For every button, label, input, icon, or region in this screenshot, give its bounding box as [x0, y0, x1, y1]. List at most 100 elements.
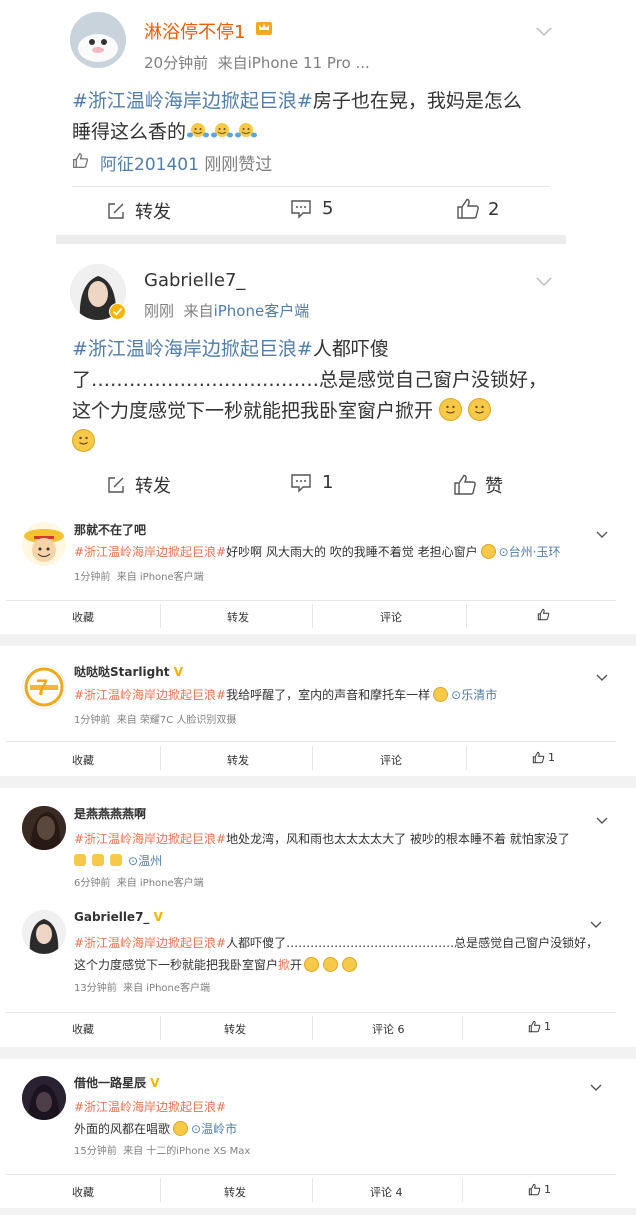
favorite-button[interactable]: 收藏 — [72, 1021, 94, 1037]
comment-count: 5 — [322, 198, 334, 219]
hashtag-link[interactable]: #浙江温岭海岸边掀起巨浪# — [72, 338, 313, 360]
post-meta: 15分钟前 来自 十二的iPhone XS Max — [74, 1146, 251, 1157]
post-meta: 20分钟前 来自iPhone 11 Pro ... — [144, 52, 370, 73]
sleepy-emoji-icon — [480, 544, 496, 559]
avatar[interactable] — [22, 1076, 66, 1120]
location-link[interactable]: ⊙台州·玉环 — [499, 545, 561, 559]
comment-icon — [290, 473, 312, 493]
hashtag-link[interactable]: #浙江温岭海岸边掀起巨浪# — [74, 832, 226, 846]
post-source-link[interactable]: iPhone客户端 — [214, 302, 310, 320]
praying-emoji-icon — [74, 854, 86, 866]
thumbs-up-icon — [537, 608, 550, 621]
smile-emoji-icon — [342, 957, 358, 972]
liker-link[interactable]: 阿征201401 — [100, 155, 199, 175]
location-pin-icon: ⊙ — [128, 854, 139, 868]
thumbs-up-icon — [532, 751, 545, 764]
comment-button[interactable]: 评论 — [380, 609, 402, 625]
like-button[interactable]: 1 — [532, 751, 555, 764]
repost-button[interactable]: 转发 — [227, 609, 249, 625]
username-label: Gabrielle7_ — [74, 910, 150, 924]
thumbs-up-icon — [528, 1020, 541, 1033]
repost-button[interactable]: 转发 — [224, 1184, 246, 1200]
post-separator — [0, 634, 636, 646]
chevron-down-icon[interactable] — [590, 1077, 602, 1096]
username[interactable]: 哒哒哒Starlight V — [74, 663, 183, 680]
post-text-line: 我给呼醒了，室内的声音和摩托车一样 — [226, 688, 431, 702]
post-meta: 1分钟前 来自 荣耀7C 人脸识别双摄 — [74, 715, 237, 726]
thumbs-up-icon — [72, 152, 89, 173]
favorite-button[interactable]: 收藏 — [72, 1184, 94, 1200]
location-link[interactable]: ⊙温岭市 — [191, 1122, 237, 1136]
post-text-line: 人都吓傻 — [312, 338, 389, 360]
thumbs-up-icon — [456, 198, 480, 220]
like-button[interactable] — [537, 608, 553, 621]
like-button[interactable]: 1 — [528, 1020, 551, 1033]
comment-button[interactable]: 1 — [290, 472, 333, 493]
repost-button[interactable]: 转发 — [227, 752, 249, 768]
grin-emoji-icon — [173, 1121, 189, 1136]
divider — [462, 1178, 463, 1202]
post-meta: 1分钟前 来自 iPhone客户端 — [74, 572, 204, 583]
post-text-line: 好吵啊 风大雨大的 吹的我睡不着觉 老担心窗户 — [226, 545, 478, 559]
divider — [160, 604, 161, 628]
post-source: 来自iPhone 11 Pro ... — [217, 54, 370, 72]
username[interactable]: 那就不在了吧 — [74, 521, 146, 538]
hashtag-link[interactable]: #浙江温岭海岸边掀起巨浪# — [74, 936, 226, 950]
comment-button[interactable]: 评论 4 — [370, 1184, 403, 1200]
like-label: 赞 — [485, 476, 503, 497]
vip-badge-icon: V — [150, 1076, 160, 1090]
divider — [312, 604, 313, 628]
divider — [6, 1174, 616, 1175]
comment-count: 1 — [322, 472, 334, 493]
praying-emoji-icon — [110, 854, 122, 866]
like-button[interactable]: 赞 — [453, 472, 503, 498]
chevron-down-icon[interactable] — [596, 524, 608, 543]
username-label: 借他一路星辰 — [74, 1076, 147, 1090]
comment-button[interactable]: 5 — [290, 198, 333, 219]
like-button[interactable]: 2 — [456, 198, 499, 220]
hashtag-link[interactable]: #浙江温岭海岸边掀起巨浪# — [74, 1100, 226, 1114]
username[interactable]: Gabrielle7_ V — [74, 910, 163, 924]
repost-button[interactable]: 转发 — [106, 198, 171, 224]
repost-button[interactable]: 转发 — [224, 1021, 246, 1037]
avatar[interactable] — [22, 806, 66, 850]
chevron-down-icon[interactable] — [596, 810, 608, 829]
comment-button[interactable]: 评论 — [380, 752, 402, 768]
hashtag-link[interactable]: #浙江温岭海岸边掀起巨浪# — [74, 545, 226, 559]
hashtag-link[interactable]: #浙江温岭海岸边掀起巨浪# — [72, 90, 313, 112]
divider — [466, 604, 467, 628]
username[interactable]: 借他一路星辰 V — [74, 1074, 160, 1091]
like-button[interactable]: 1 — [528, 1183, 551, 1196]
chevron-down-icon[interactable] — [536, 22, 552, 41]
post-text-line: 开 — [290, 958, 303, 972]
avatar[interactable] — [22, 522, 66, 566]
username[interactable]: 是燕燕燕燕啊 — [74, 805, 146, 822]
divider — [312, 746, 313, 770]
repost-button[interactable]: 转发 — [106, 472, 171, 498]
divider — [160, 746, 161, 770]
highlighted-char: 掀 — [278, 958, 291, 972]
location-link[interactable]: ⊙乐清市 — [451, 688, 497, 702]
location-pin-icon: ⊙ — [498, 545, 509, 559]
avatar[interactable]: 7 — [22, 665, 66, 709]
username[interactable]: Gabrielle7_ — [144, 270, 245, 291]
chevron-down-icon[interactable] — [536, 272, 552, 291]
location-label: 温州 — [138, 854, 163, 868]
divider — [72, 186, 550, 187]
smile-emoji-icon — [433, 687, 449, 702]
like-count: 1 — [548, 751, 555, 764]
location-link[interactable]: ⊙温州 — [128, 854, 162, 868]
comment-button[interactable]: 评论 6 — [372, 1021, 405, 1037]
avatar[interactable] — [22, 910, 66, 954]
smile-emoji-icon — [72, 429, 95, 452]
post-separator — [0, 776, 636, 788]
username[interactable]: 淋浴停不停1 — [144, 18, 245, 44]
chevron-down-icon[interactable] — [590, 914, 602, 933]
comment-icon — [290, 199, 312, 219]
hashtag-link[interactable]: #浙江温岭海岸边掀起巨浪# — [74, 688, 226, 702]
favorite-button[interactable]: 收藏 — [72, 752, 94, 768]
chevron-down-icon[interactable] — [596, 667, 608, 686]
favorite-button[interactable]: 收藏 — [72, 609, 94, 625]
avatar[interactable] — [70, 12, 126, 68]
post-text-line: 这个力度感觉下一秒就能把我卧室窗户 — [74, 958, 279, 972]
